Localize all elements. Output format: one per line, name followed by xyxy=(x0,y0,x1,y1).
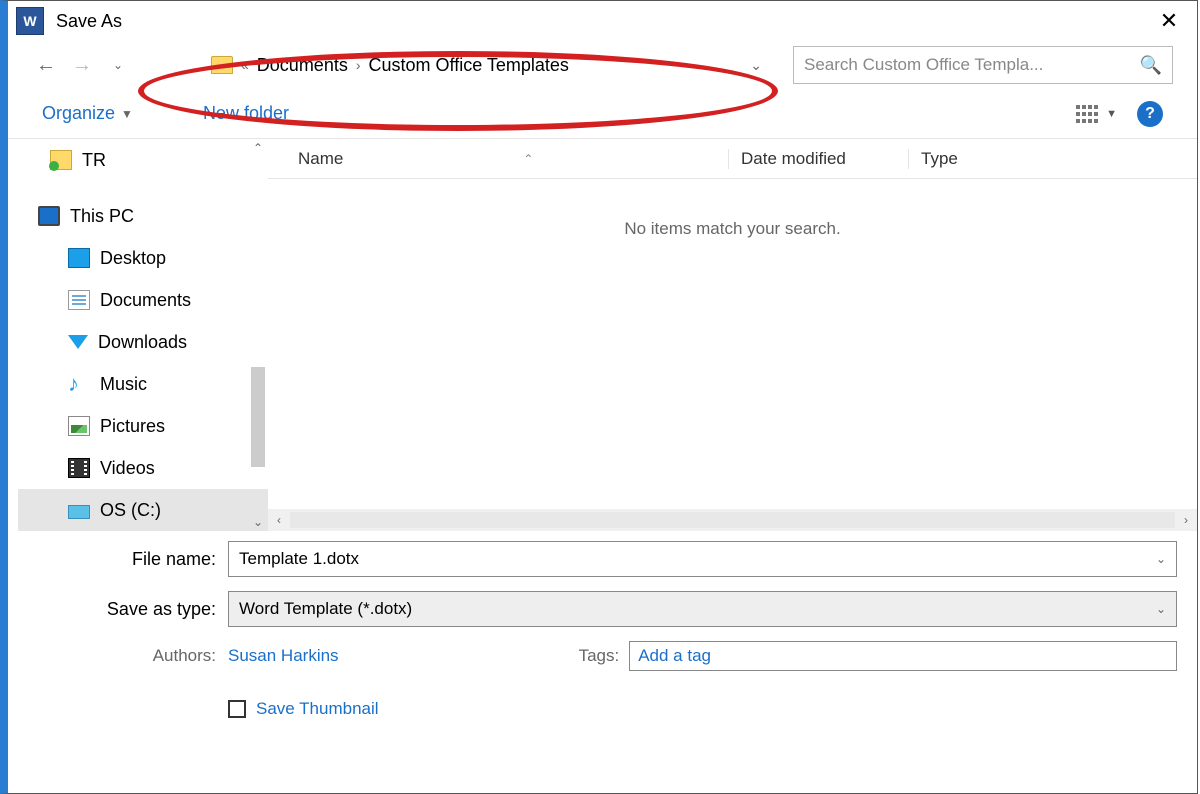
scroll-down-icon[interactable]: ⌄ xyxy=(249,513,267,531)
empty-message: No items match your search. xyxy=(268,219,1197,509)
search-icon: 🔍 xyxy=(1140,55,1162,76)
pc-icon xyxy=(38,206,60,226)
dropdown-icon: ▼ xyxy=(1106,108,1117,120)
forward-button[interactable]: → xyxy=(68,51,96,79)
filename-label: File name: xyxy=(28,549,228,570)
saveastype-label: Save as type: xyxy=(28,599,228,620)
search-input[interactable]: Search Custom Office Templa... 🔍 xyxy=(793,46,1173,84)
new-folder-button[interactable]: New folder xyxy=(203,103,289,124)
breadcrumb-prefix: « xyxy=(241,57,249,73)
tree-item-downloads[interactable]: Downloads xyxy=(18,321,268,363)
tree-item-documents[interactable]: Documents xyxy=(18,279,268,321)
help-button[interactable]: ? xyxy=(1137,101,1163,127)
save-thumbnail-checkbox[interactable] xyxy=(228,700,246,718)
close-button[interactable]: ✕ xyxy=(1149,1,1189,41)
save-form: File name: Template 1.dotx ⌄ Save as typ… xyxy=(8,531,1197,719)
breadcrumb-separator-icon: › xyxy=(356,57,361,73)
scroll-thumb[interactable] xyxy=(251,367,265,467)
main-area: TR This PC Desktop Documents Downloads ♪ xyxy=(8,139,1197,531)
column-headers: Name ⌃ Date modified Type xyxy=(268,139,1197,179)
column-type[interactable]: Type xyxy=(908,149,1028,169)
save-as-dialog: W Save As ✕ ← → ⌄ « Documents › Custom O… xyxy=(0,0,1198,794)
pictures-icon xyxy=(68,416,90,436)
tree-item-os-c[interactable]: OS (C:) xyxy=(18,489,268,531)
tags-input[interactable]: Add a tag xyxy=(629,641,1177,671)
breadcrumb-custom-templates[interactable]: Custom Office Templates xyxy=(369,55,569,76)
folder-icon xyxy=(211,56,233,74)
dropdown-icon[interactable]: ⌄ xyxy=(1156,552,1166,566)
search-placeholder: Search Custom Office Templa... xyxy=(804,55,1043,75)
tree-item-this-pc[interactable]: This PC xyxy=(18,195,268,237)
breadcrumb-documents[interactable]: Documents xyxy=(257,55,348,76)
dropdown-icon[interactable]: ⌄ xyxy=(1156,602,1166,616)
word-app-icon: W xyxy=(16,7,44,35)
column-date[interactable]: Date modified xyxy=(728,149,908,169)
organize-button[interactable]: Organize ▼ xyxy=(42,103,133,124)
column-name[interactable]: Name ⌃ xyxy=(268,149,728,169)
address-dropdown-icon[interactable]: ⌄ xyxy=(750,57,762,74)
dropdown-icon: ▼ xyxy=(121,107,133,121)
nav-tree: TR This PC Desktop Documents Downloads ♪ xyxy=(8,139,268,531)
save-thumbnail-label[interactable]: Save Thumbnail xyxy=(256,699,379,719)
window-title: Save As xyxy=(56,11,1149,32)
hscroll-track[interactable] xyxy=(290,512,1175,528)
tree-item-videos[interactable]: Videos xyxy=(18,447,268,489)
recent-locations-button[interactable]: ⌄ xyxy=(104,51,132,79)
tags-label: Tags: xyxy=(579,646,620,666)
back-button[interactable]: ← xyxy=(32,51,60,79)
saveastype-select[interactable]: Word Template (*.dotx) ⌄ xyxy=(228,591,1177,627)
folder-sync-icon xyxy=(50,150,72,170)
scroll-left-icon[interactable]: ‹ xyxy=(268,509,290,531)
view-grid-icon xyxy=(1076,105,1100,123)
horizontal-scrollbar[interactable]: ‹ › xyxy=(268,509,1197,531)
scroll-up-icon[interactable]: ⌃ xyxy=(249,139,267,157)
tree-item-tr[interactable]: TR xyxy=(18,139,268,181)
tree-item-desktop[interactable]: Desktop xyxy=(18,237,268,279)
filename-input[interactable]: Template 1.dotx ⌄ xyxy=(228,541,1177,577)
authors-value[interactable]: Susan Harkins xyxy=(228,646,339,666)
toolbar: Organize ▼ New folder ▼ ? xyxy=(8,89,1197,139)
videos-icon xyxy=(68,458,90,478)
scroll-right-icon[interactable]: › xyxy=(1175,509,1197,531)
nav-row: ← → ⌄ « Documents › Custom Office Templa… xyxy=(8,41,1197,89)
tree-item-music[interactable]: ♪ Music xyxy=(18,363,268,405)
tree-item-pictures[interactable]: Pictures xyxy=(18,405,268,447)
desktop-icon xyxy=(68,248,90,268)
authors-label: Authors: xyxy=(28,646,228,666)
documents-icon xyxy=(68,290,90,310)
titlebar: W Save As ✕ xyxy=(8,1,1197,41)
sidebar-scrollbar[interactable]: ⌃ ⌄ xyxy=(248,139,268,531)
downloads-icon xyxy=(68,335,88,349)
file-list-area: Name ⌃ Date modified Type No items match… xyxy=(268,139,1197,531)
address-bar[interactable]: « Documents › Custom Office Templates ⌄ xyxy=(200,46,785,84)
sort-asc-icon: ⌃ xyxy=(523,152,533,166)
view-options-button[interactable]: ▼ xyxy=(1076,105,1117,123)
drive-icon xyxy=(68,505,90,519)
music-icon: ♪ xyxy=(68,374,90,394)
